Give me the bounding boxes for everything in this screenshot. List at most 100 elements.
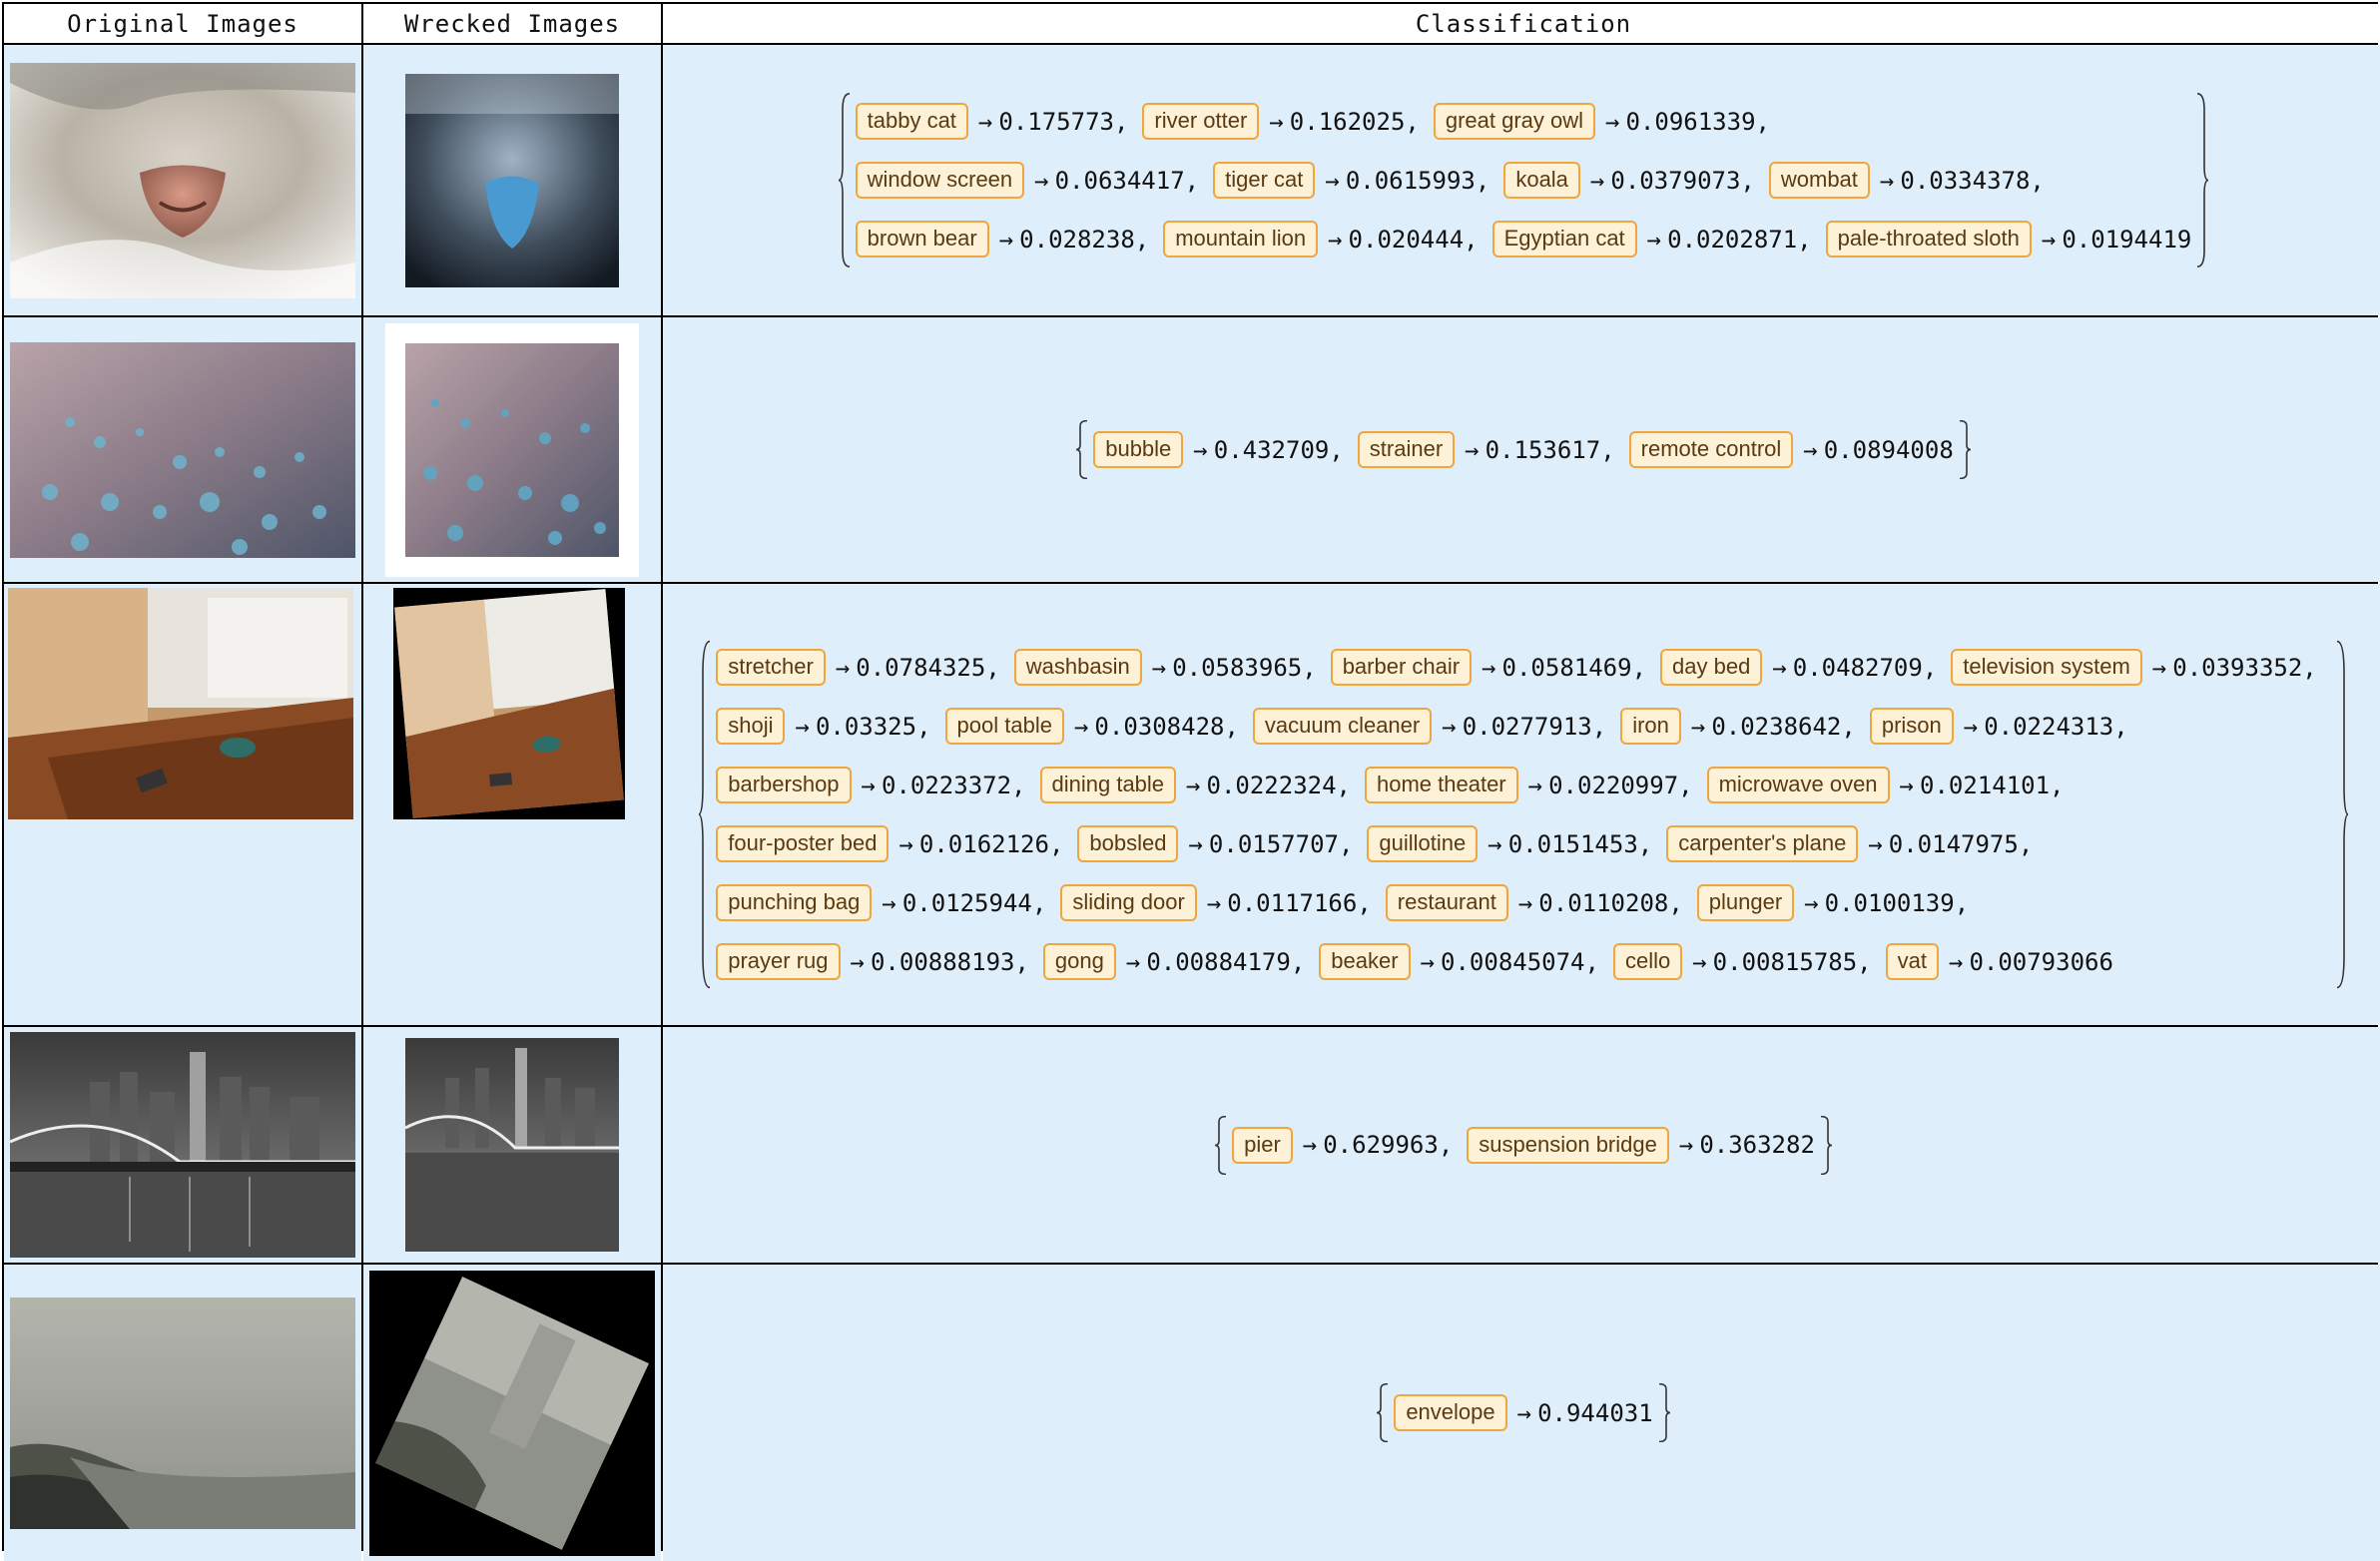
- original-image-cafe-table[interactable]: [8, 588, 353, 819]
- wrecked-image-cell: [363, 317, 661, 582]
- left-brace-icon: [698, 638, 712, 991]
- class-tag[interactable]: punching bag: [716, 884, 873, 921]
- class-tag[interactable]: barber chair: [1330, 649, 1473, 686]
- class-tag[interactable]: microwave oven: [1706, 767, 1890, 803]
- original-image-cell: [4, 317, 361, 582]
- header-original-images: Original Images: [4, 4, 361, 43]
- class-tag[interactable]: tiger cat: [1213, 162, 1316, 199]
- class-tag[interactable]: gong: [1042, 943, 1116, 980]
- class-tag[interactable]: bobsled: [1077, 825, 1179, 862]
- wrecked-image-cafe-table[interactable]: [393, 588, 625, 819]
- class-tag[interactable]: suspension bridge: [1467, 1126, 1669, 1164]
- class-tag[interactable]: tabby cat: [855, 103, 968, 140]
- class-tag[interactable]: carpenter's plane: [1666, 825, 1859, 862]
- left-brace-icon: [1376, 1383, 1390, 1442]
- original-image-bridge-night[interactable]: [10, 1032, 355, 1258]
- class-tag[interactable]: window screen: [855, 162, 1025, 199]
- association-1: tabby cat → 0.175773, river otter → 0.162025…: [838, 92, 2210, 268]
- rule-line: four-poster bed → 0.0162126, bobsled → 0.015…: [716, 814, 2331, 873]
- class-tag[interactable]: envelope: [1394, 1394, 1507, 1431]
- rule-line: punching bag → 0.0125944, sliding door → 0.0…: [716, 873, 2331, 932]
- wrecked-image-cell: [363, 45, 661, 315]
- right-brace-icon: [1657, 1383, 1671, 1442]
- wrecked-image-cell: [363, 584, 661, 1025]
- class-tag[interactable]: four-poster bed: [716, 825, 890, 862]
- class-tag[interactable]: pier: [1232, 1126, 1293, 1164]
- class-tag[interactable]: plunger: [1696, 884, 1795, 921]
- class-tag[interactable]: iron: [1620, 708, 1681, 745]
- rule-line: barbershop → 0.0223372, dining table → 0.022…: [716, 756, 2331, 814]
- class-tag[interactable]: great gray owl: [1433, 103, 1596, 140]
- class-tag[interactable]: television system: [1951, 649, 2142, 686]
- class-tag[interactable]: prison: [1869, 708, 1954, 745]
- original-image-foggy-beach[interactable]: [10, 1297, 355, 1529]
- header-classification: Classification: [663, 4, 2380, 43]
- class-tag[interactable]: bubble: [1093, 431, 1184, 468]
- original-image-water-drops[interactable]: [10, 341, 355, 558]
- class-tag[interactable]: koala: [1503, 162, 1580, 199]
- wrecked-image-water-drops[interactable]: [385, 322, 639, 577]
- left-brace-icon: [1075, 420, 1089, 479]
- rule-line: brown bear → 0.028238, mountain lion → 0.020…: [855, 210, 2191, 268]
- wrecked-image-foggy-beach[interactable]: [369, 1270, 655, 1556]
- rule-line: shoji → 0.03325, pool table → 0.0308428, vac…: [716, 697, 2331, 756]
- rule-line: window screen → 0.0634417, tiger cat → 0.061…: [855, 151, 2192, 210]
- class-tag[interactable]: vacuum cleaner: [1252, 708, 1433, 745]
- wrecked-image-cat-nose[interactable]: [405, 73, 619, 287]
- class-tag[interactable]: vat: [1885, 943, 1939, 980]
- association-4: pier → 0.629963, suspension bridge → 0.36328…: [1214, 1116, 1833, 1175]
- header-wrecked-images: Wrecked Images: [363, 4, 661, 43]
- class-tag[interactable]: river otter: [1142, 103, 1260, 140]
- classification-cell-4: pier → 0.629963, suspension bridge → 0.36328…: [663, 1027, 2380, 1263]
- rule-line: bubble → 0.432709, strainer → 0.153617, remo…: [1093, 420, 1954, 479]
- class-tag[interactable]: pale-throated sloth: [1825, 221, 2032, 258]
- class-tag[interactable]: pool table: [944, 708, 1064, 745]
- rule-line: prayer rug → 0.00888193, gong → 0.00884179, …: [716, 932, 2331, 991]
- classification-cell-3: stretcher → 0.0784325, washbasin → 0.0583965…: [663, 584, 2380, 1025]
- classification-cell-1: tabby cat → 0.175773, river otter → 0.162025…: [663, 45, 2380, 315]
- class-tag[interactable]: brown bear: [855, 221, 989, 258]
- classification-cell-5: envelope → 0.944031: [663, 1265, 2380, 1561]
- right-brace-icon: [1958, 420, 1972, 479]
- class-tag[interactable]: stretcher: [716, 649, 826, 686]
- original-image-cell: [4, 584, 361, 1025]
- rule-line: pier → 0.629963, suspension bridge → 0.36328…: [1232, 1116, 1815, 1175]
- classification-table: Original Images Wrecked Images Classific…: [2, 2, 2380, 1561]
- left-brace-icon: [838, 92, 852, 268]
- class-tag[interactable]: guillotine: [1367, 825, 1479, 862]
- class-tag[interactable]: home theater: [1365, 767, 1518, 803]
- left-brace-icon: [1214, 1116, 1228, 1175]
- rule-line: stretcher → 0.0784325, washbasin → 0.0583965…: [716, 638, 2331, 697]
- wrecked-image-bridge-night[interactable]: [405, 1038, 619, 1252]
- original-image-cell: [4, 1265, 361, 1561]
- right-brace-icon: [2195, 92, 2209, 268]
- original-image-cat-nose[interactable]: [10, 62, 355, 298]
- association-3: stretcher → 0.0784325, washbasin → 0.0583965…: [698, 638, 2349, 991]
- class-tag[interactable]: Egyptian cat: [1491, 221, 1637, 258]
- class-tag[interactable]: beaker: [1319, 943, 1411, 980]
- wrecked-image-cell: [363, 1027, 661, 1263]
- association-2: bubble → 0.432709, strainer → 0.153617, remo…: [1075, 420, 1972, 479]
- classification-cell-2: bubble → 0.432709, strainer → 0.153617, remo…: [663, 317, 2380, 582]
- class-tag[interactable]: strainer: [1357, 431, 1456, 468]
- class-tag[interactable]: restaurant: [1385, 884, 1508, 921]
- class-tag[interactable]: barbershop: [716, 767, 852, 803]
- original-image-cell: [4, 1027, 361, 1263]
- class-tag[interactable]: day bed: [1660, 649, 1763, 686]
- wrecked-image-cell: [363, 1265, 661, 1561]
- right-brace-icon: [2335, 638, 2349, 991]
- rule-line: tabby cat → 0.175773, river otter → 0.162025…: [855, 92, 2192, 151]
- rule-line: envelope → 0.944031: [1394, 1383, 1653, 1442]
- class-tag[interactable]: cello: [1612, 943, 1683, 980]
- original-image-cell: [4, 45, 361, 315]
- class-tag[interactable]: mountain lion: [1163, 221, 1319, 258]
- class-tag[interactable]: sliding door: [1060, 884, 1197, 921]
- class-tag[interactable]: dining table: [1039, 767, 1177, 803]
- class-tag[interactable]: remote control: [1628, 431, 1794, 468]
- class-tag[interactable]: prayer rug: [716, 943, 841, 980]
- association-5: envelope → 0.944031: [1376, 1383, 1670, 1442]
- right-brace-icon: [1819, 1116, 1833, 1175]
- class-tag[interactable]: wombat: [1768, 162, 1870, 199]
- class-tag[interactable]: shoji: [716, 708, 786, 745]
- class-tag[interactable]: washbasin: [1013, 649, 1142, 686]
